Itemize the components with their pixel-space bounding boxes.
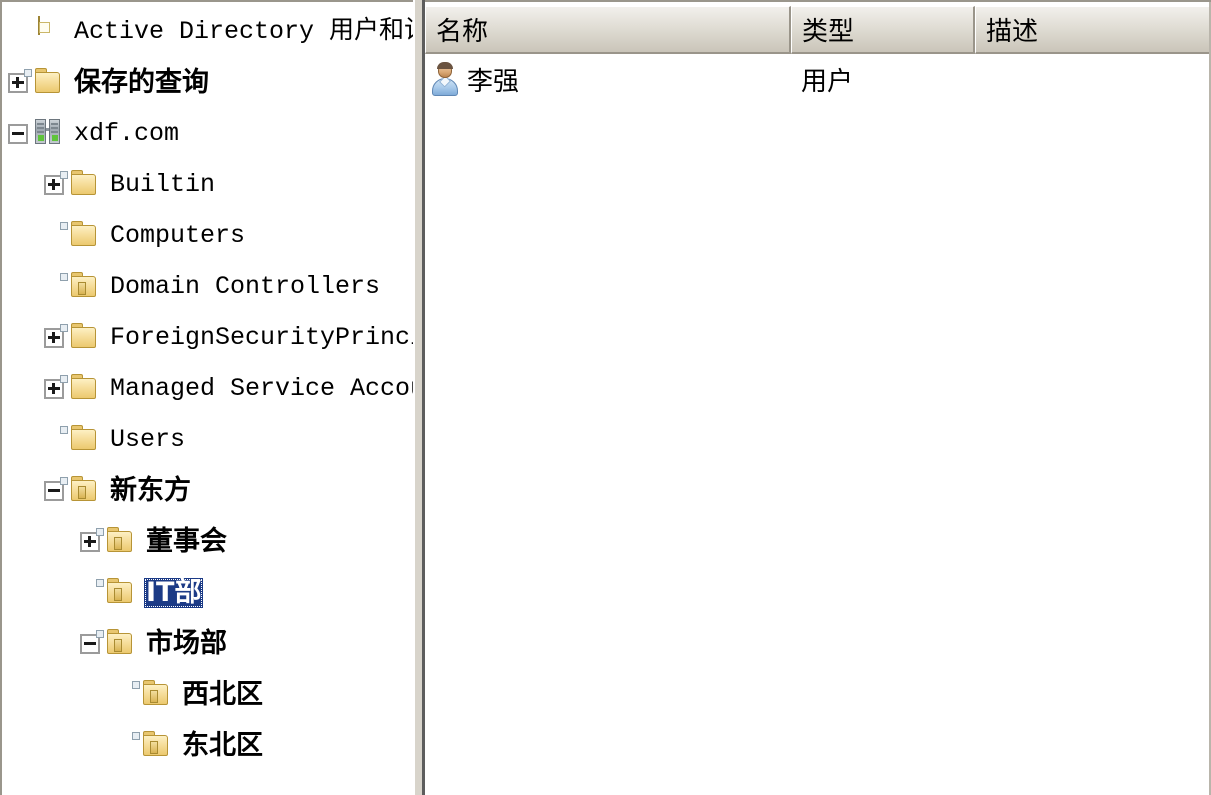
tree-node[interactable]: 西北区 bbox=[2, 669, 411, 720]
table-cell-name: 李强 bbox=[425, 56, 791, 102]
tree-node[interactable]: 董事会 bbox=[2, 516, 411, 567]
ad-users-and-computers-window: Active Directory 用户和计算机 [W 保存的查询 xdf.com Bu… bbox=[0, 0, 1211, 795]
folder-icon bbox=[60, 169, 100, 200]
table-cell-type: 用户 bbox=[791, 56, 975, 102]
table-cell-text: 用户 bbox=[801, 66, 854, 97]
tree-node-label[interactable]: 西北区 bbox=[180, 679, 265, 710]
tree-node[interactable]: xdf.com bbox=[2, 108, 411, 159]
console-root-icon bbox=[34, 15, 64, 47]
tree-node-label[interactable]: Builtin bbox=[108, 170, 217, 200]
list-column-header[interactable]: 名称 类型 描述 bbox=[425, 6, 1211, 54]
tree-node-label[interactable]: Active Directory 用户和计算机 [W bbox=[72, 17, 413, 47]
list-rows[interactable]: 李强 用户 bbox=[425, 56, 1211, 102]
tree-node[interactable]: Builtin bbox=[2, 159, 411, 210]
folder-icon bbox=[60, 424, 100, 455]
tree-node[interactable]: ForeignSecurityPrincipals bbox=[2, 312, 413, 363]
collapse-minus-icon[interactable] bbox=[8, 123, 28, 144]
table-cell-text: 李强 bbox=[467, 66, 520, 97]
ou-folder-icon bbox=[60, 271, 100, 302]
ou-folder-icon bbox=[132, 730, 172, 761]
tree-node[interactable]: 东北区 bbox=[2, 720, 411, 771]
tree-node-label[interactable]: 新东方 bbox=[108, 475, 193, 506]
tree-node[interactable]: 市场部 bbox=[2, 618, 411, 669]
tree-node[interactable]: 新东方 bbox=[2, 465, 411, 516]
console-tree[interactable]: Active Directory 用户和计算机 [W 保存的查询 xdf.com Bu… bbox=[2, 6, 413, 795]
folder-icon bbox=[24, 67, 64, 98]
console-tree-pane[interactable]: Active Directory 用户和计算机 [W 保存的查询 xdf.com Bu… bbox=[0, 0, 413, 795]
domain-icon bbox=[34, 118, 64, 149]
results-list-pane[interactable]: 名称 类型 描述 李强 用户 bbox=[425, 0, 1211, 795]
tree-twisty-spacer bbox=[8, 22, 28, 42]
tree-node-label[interactable]: 董事会 bbox=[144, 526, 229, 557]
ou-folder-icon bbox=[132, 679, 172, 710]
user-icon bbox=[431, 62, 459, 96]
tree-node[interactable]: Computers bbox=[2, 210, 411, 261]
ou-folder-icon bbox=[96, 577, 136, 608]
table-row[interactable]: 李强 用户 bbox=[425, 56, 1211, 102]
column-header-name[interactable]: 名称 bbox=[425, 6, 791, 54]
tree-node[interactable]: 保存的查询 bbox=[2, 57, 411, 108]
pane-splitter[interactable] bbox=[413, 0, 425, 795]
tree-node-label[interactable]: xdf.com bbox=[72, 119, 181, 149]
tree-node[interactable]: IT部 bbox=[2, 567, 411, 618]
tree-node-label[interactable]: IT部 bbox=[144, 577, 204, 608]
tree-node[interactable]: Users bbox=[2, 414, 411, 465]
tree-node-label[interactable]: 东北区 bbox=[180, 730, 265, 761]
tree-node-label[interactable]: 保存的查询 bbox=[72, 67, 211, 98]
table-cell-description bbox=[975, 56, 1211, 102]
tree-node-label[interactable]: Users bbox=[108, 425, 187, 455]
tree-node-label[interactable]: Computers bbox=[108, 221, 247, 251]
tree-node-label[interactable]: Domain Controllers bbox=[108, 272, 382, 302]
ou-folder-icon bbox=[96, 628, 136, 659]
tree-node[interactable]: Domain Controllers bbox=[2, 261, 411, 312]
folder-icon bbox=[60, 220, 100, 251]
console-root-glyph bbox=[38, 15, 40, 35]
column-header-description[interactable]: 描述 bbox=[975, 6, 1211, 54]
tree-node-label[interactable]: 市场部 bbox=[144, 628, 229, 659]
tree-node-label[interactable]: Managed Service Accounts bbox=[108, 374, 413, 404]
tree-node[interactable]: Managed Service Accounts bbox=[2, 363, 413, 414]
folder-icon bbox=[60, 373, 100, 404]
ou-folder-icon bbox=[96, 526, 136, 557]
tree-node-label[interactable]: ForeignSecurityPrincipals bbox=[108, 323, 413, 353]
folder-icon bbox=[60, 322, 100, 353]
column-header-type[interactable]: 类型 bbox=[791, 6, 975, 54]
ou-folder-icon bbox=[60, 475, 100, 506]
tree-node[interactable]: Active Directory 用户和计算机 [W bbox=[2, 6, 413, 57]
